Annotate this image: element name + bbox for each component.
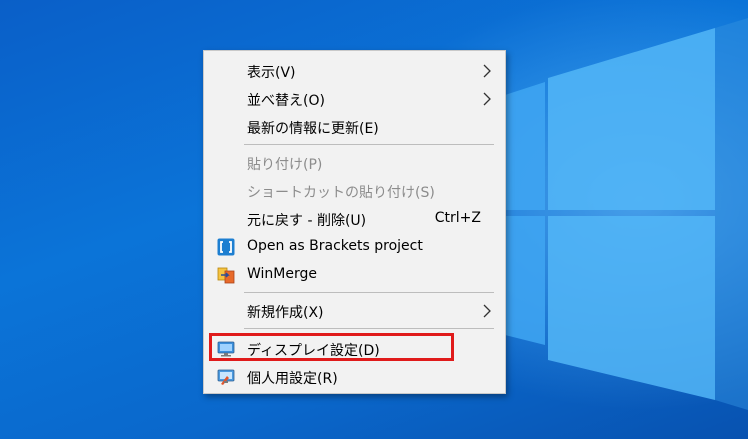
menu-item-shortcut: Ctrl+Z	[434, 210, 481, 226]
menu-item-label: 個人用設定(R)	[247, 371, 338, 387]
menu-separator	[244, 328, 494, 329]
brackets-icon	[217, 238, 235, 256]
menu-item-new[interactable]: 新規作成(X)	[204, 297, 505, 325]
menu-item-sort[interactable]: 並べ替え(O)	[204, 85, 505, 113]
menu-item-paste-shortcut: ショートカットの貼り付け(S)	[204, 177, 505, 205]
menu-item-view[interactable]: 表示(V)	[204, 57, 505, 85]
menu-item-label: 並べ替え(O)	[247, 93, 325, 109]
menu-item-label: WinMerge	[247, 266, 317, 282]
highlight-annotation-box	[209, 333, 454, 361]
menu-item-refresh[interactable]: 最新の情報に更新(E)	[204, 113, 505, 141]
chevron-right-icon	[483, 92, 491, 106]
menu-item-label: 元に戻す - 削除(U)	[247, 213, 367, 229]
menu-separator	[244, 292, 494, 293]
menu-item-label: 最新の情報に更新(E)	[247, 121, 379, 137]
menu-item-label: 新規作成(X)	[247, 305, 324, 321]
winmerge-icon	[217, 267, 235, 284]
menu-item-winmerge[interactable]: WinMerge	[204, 261, 505, 289]
menu-item-personalize[interactable]: 個人用設定(R)	[204, 363, 505, 391]
menu-item-open-brackets[interactable]: Open as Brackets project	[204, 233, 505, 261]
menu-item-undo-delete[interactable]: 元に戻す - 削除(U) Ctrl+Z	[204, 205, 505, 233]
personalize-icon	[217, 369, 235, 385]
menu-item-label: 表示(V)	[247, 65, 296, 81]
menu-item-label: ショートカットの貼り付け(S)	[247, 185, 435, 201]
chevron-right-icon	[483, 304, 491, 318]
chevron-right-icon	[483, 64, 491, 78]
menu-item-label: 貼り付け(P)	[247, 157, 323, 173]
menu-item-label: Open as Brackets project	[247, 238, 423, 254]
menu-separator	[244, 144, 494, 145]
menu-item-paste: 貼り付け(P)	[204, 149, 505, 177]
